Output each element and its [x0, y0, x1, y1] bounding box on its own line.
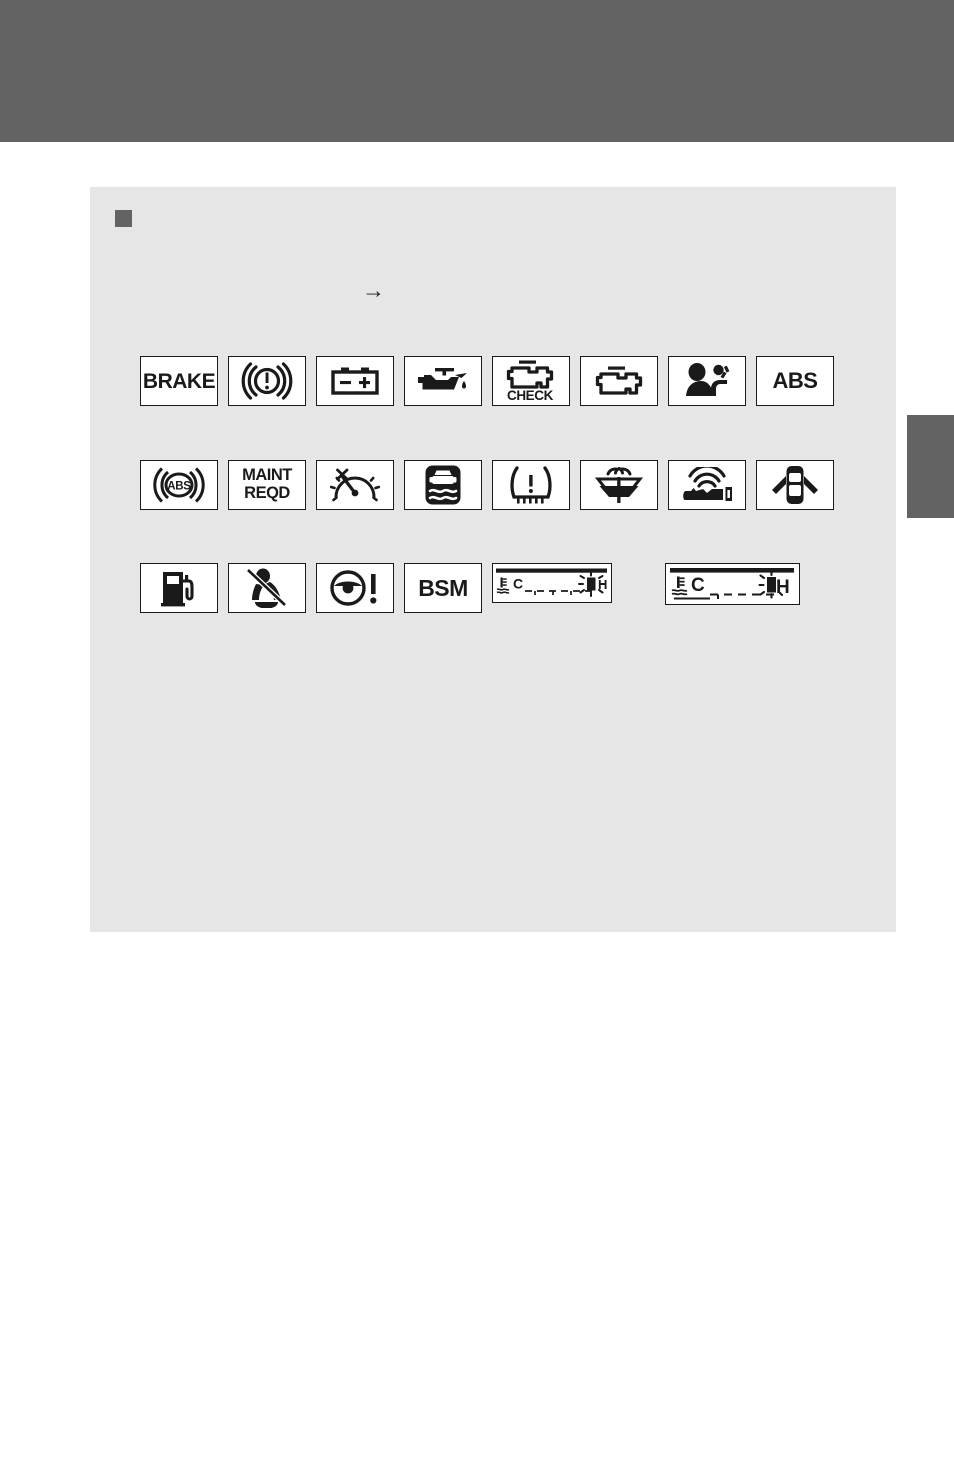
- engine-icon: [591, 364, 647, 398]
- bsm-label: BSM: [418, 574, 468, 601]
- svg-text:H: H: [776, 577, 790, 598]
- manual-page: → BRAKE CHECK ABS ABS MAINT REQD BSM C H…: [0, 0, 954, 1475]
- seat-belt-icon: [245, 568, 289, 608]
- battery-icon: [330, 364, 380, 398]
- indicator-tire-pressure[interactable]: [492, 460, 570, 510]
- maintenance-required-label: MAINT REQD: [242, 466, 292, 503]
- abs-brake-circle-icon: ABS: [149, 466, 209, 504]
- coolant-temperature-gauge-small[interactable]: C H: [492, 563, 612, 603]
- svg-text:CHECK: CHECK: [507, 388, 554, 403]
- smart-key-icon: [679, 467, 735, 503]
- steering-wheel-exclamation-icon: [328, 569, 382, 607]
- svg-text:H: H: [598, 577, 607, 592]
- indicator-blind-spot-monitor[interactable]: BSM: [404, 563, 482, 613]
- tire-pressure-icon: [508, 465, 554, 505]
- svg-text:C: C: [691, 575, 705, 596]
- indicator-abs-warning[interactable]: ABS: [756, 356, 834, 406]
- indicator-maintenance-required[interactable]: MAINT REQD: [228, 460, 306, 510]
- door-open-car-icon: [770, 464, 820, 506]
- indicator-malfunction-engine[interactable]: [580, 356, 658, 406]
- indicator-speed-warning[interactable]: [316, 460, 394, 510]
- indicator-srs-airbag[interactable]: [668, 356, 746, 406]
- indicator-washer-fluid[interactable]: [580, 460, 658, 510]
- indicator-power-steering[interactable]: [316, 563, 394, 613]
- indicator-light-grid: BRAKE CHECK ABS ABS MAINT REQD BSM C H C…: [90, 187, 896, 932]
- svg-text:ABS: ABS: [167, 481, 191, 493]
- indicator-low-oil-pressure[interactable]: [404, 356, 482, 406]
- indicator-skid-control[interactable]: [404, 460, 482, 510]
- chapter-tab[interactable]: [907, 415, 954, 518]
- speedometer-slash-icon: [329, 467, 381, 503]
- airbag-occupant-icon: [681, 363, 733, 399]
- indicator-row-3: BSM C H C H: [140, 563, 810, 613]
- engine-check-icon: CHECK: [503, 359, 559, 403]
- page-header-band: [0, 0, 954, 142]
- indicator-abs-brake-circle[interactable]: ABS: [140, 460, 218, 510]
- brake-warning-label: BRAKE: [142, 369, 216, 393]
- washer-fluid-icon: [593, 465, 645, 505]
- oil-can-icon: [415, 364, 471, 398]
- skid-control-car-icon: [424, 464, 462, 506]
- maint-line-1: MAINT: [242, 466, 292, 485]
- indicator-check-engine[interactable]: CHECK: [492, 356, 570, 406]
- maint-line-2: REQD: [244, 484, 290, 502]
- indicator-seat-belt[interactable]: [228, 563, 306, 613]
- indicator-brake-warning[interactable]: BRAKE: [140, 356, 218, 406]
- abs-warning-label: ABS: [772, 368, 818, 393]
- indicator-smart-key[interactable]: [668, 460, 746, 510]
- content-panel: → BRAKE CHECK ABS ABS MAINT REQD BSM C H…: [90, 187, 896, 932]
- svg-text:C: C: [513, 576, 523, 592]
- indicator-brake-system-circle[interactable]: [228, 356, 306, 406]
- indicator-door-open[interactable]: [756, 460, 834, 510]
- indicator-row-1: BRAKE CHECK ABS: [140, 356, 844, 406]
- fuel-pump-icon: [159, 569, 199, 607]
- indicator-low-fuel[interactable]: [140, 563, 218, 613]
- indicator-charging-system[interactable]: [316, 356, 394, 406]
- coolant-temperature-gauge-large[interactable]: C H: [665, 563, 800, 605]
- indicator-row-2: ABS MAINT REQD: [140, 460, 844, 510]
- brake-circle-exclamation-icon: [240, 362, 294, 400]
